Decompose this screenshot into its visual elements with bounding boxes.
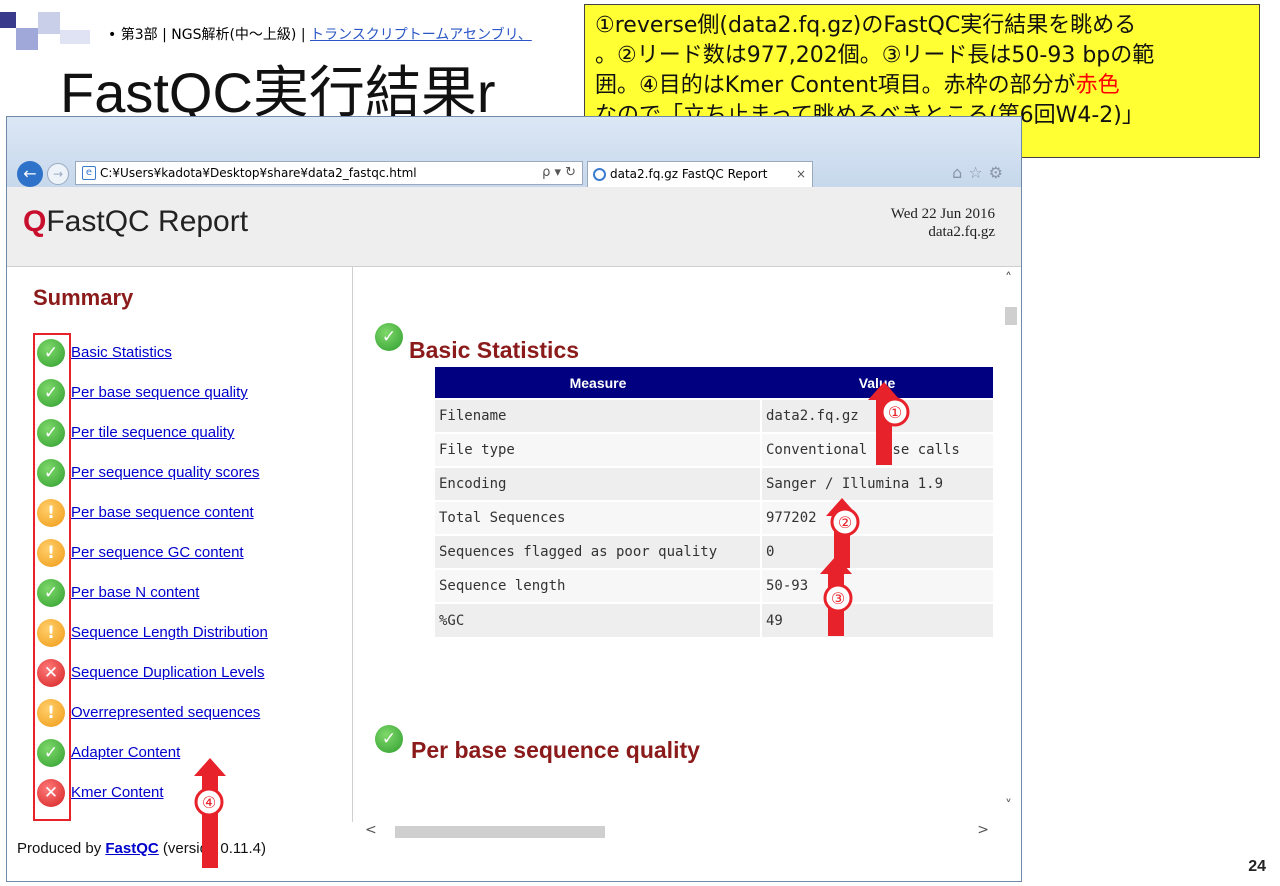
marker-1: ① bbox=[868, 382, 910, 465]
marker-label: ③ bbox=[831, 589, 845, 608]
marker-label: ② bbox=[838, 513, 852, 532]
page-number: 24 bbox=[1248, 858, 1266, 875]
marker-2: ② bbox=[826, 498, 860, 568]
marker-4: ④ bbox=[194, 758, 226, 868]
marker-label: ④ bbox=[202, 793, 216, 812]
arrow-markers-layer: ① ② ③ ④ bbox=[194, 382, 910, 868]
marker-label: ① bbox=[888, 403, 902, 422]
